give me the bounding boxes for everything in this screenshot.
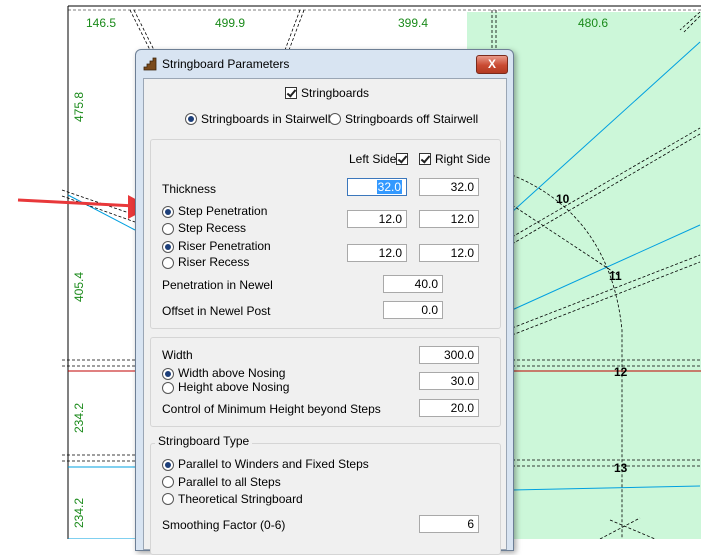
stringboards-checkbox[interactable] <box>285 87 297 99</box>
riser-penetration-radio[interactable] <box>162 241 174 253</box>
step-penetration-label: Step Penetration <box>178 204 268 218</box>
dialog-titlebar[interactable]: Stringboard Parameters X <box>136 50 513 77</box>
dimension-top-4: 480.6 <box>578 16 609 30</box>
width-label: Width <box>162 348 193 362</box>
dialog-client-area: Stringboards Stringboards in Stairwell S… <box>143 78 507 555</box>
dimension-left-4: 234.2 <box>72 497 86 528</box>
nosing-input[interactable]: 30.0 <box>419 372 479 390</box>
riser-right-input[interactable]: 12.0 <box>419 244 479 262</box>
smoothing-factor-input[interactable]: 6 <box>419 515 479 533</box>
riser-left-input[interactable]: 12.0 <box>347 244 407 262</box>
width-input[interactable]: 300.0 <box>419 346 479 364</box>
riser-recess-radio[interactable] <box>162 257 174 269</box>
left-side-checkbox[interactable] <box>396 153 408 165</box>
step-number-13: 13 <box>614 461 628 475</box>
penetration-newel-label: Penetration in Newel <box>162 278 273 292</box>
step-recess-radio[interactable] <box>162 223 174 235</box>
left-side-label: Left Side <box>349 152 397 166</box>
width-group: Width 300.0 Width above Nosing Height ab… <box>150 337 501 427</box>
right-side-label: Right Side <box>435 152 491 166</box>
offset-newel-label: Offset in Newel Post <box>162 304 271 318</box>
step-right-input[interactable]: 12.0 <box>419 210 479 228</box>
type-theoretical-label: Theoretical Stringboard <box>178 492 303 506</box>
thickness-right-input[interactable]: 32.0 <box>419 178 479 196</box>
step-recess-label: Step Recess <box>178 221 247 235</box>
control-min-height-input[interactable]: 20.0 <box>419 399 479 417</box>
step-left-input[interactable]: 12.0 <box>347 210 407 228</box>
off-stairwell-radio[interactable] <box>329 113 341 125</box>
dimension-top-3: 399.4 <box>398 16 429 30</box>
dimension-left-2: 405.4 <box>72 271 86 302</box>
smoothing-factor-label: Smoothing Factor (0-6) <box>162 518 286 532</box>
thickness-left-input[interactable]: 32.0 <box>347 178 407 196</box>
width-above-nosing-radio[interactable] <box>162 368 174 380</box>
in-stairwell-label: Stringboards in Stairwell <box>201 112 331 126</box>
step-number-11: 11 <box>609 269 622 283</box>
height-above-nosing-radio[interactable] <box>162 382 174 394</box>
dimension-left-3: 234.2 <box>72 402 86 433</box>
dialog-title: Stringboard Parameters <box>162 57 290 71</box>
stringboard-type-group: Parallel to Winders and Fixed Steps Para… <box>150 443 501 555</box>
type-parallel-all-label: Parallel to all Steps <box>178 475 281 489</box>
height-above-nosing-label: Height above Nosing <box>178 380 290 394</box>
step-number-10: 10 <box>556 192 570 206</box>
dimension-top-2: 499.9 <box>215 16 246 30</box>
step-number-12: 12 <box>614 365 628 379</box>
dimension-top-1: 146.5 <box>86 16 117 30</box>
thickness-label: Thickness <box>162 182 217 196</box>
riser-penetration-label: Riser Penetration <box>178 239 271 253</box>
type-theoretical-radio[interactable] <box>162 493 174 505</box>
penetration-newel-input[interactable]: 40.0 <box>383 275 443 293</box>
stringboard-parameters-dialog: Stringboard Parameters X Stringboards St… <box>135 49 514 555</box>
width-above-nosing-label: Width above Nosing <box>178 366 286 380</box>
stringer-line <box>67 194 136 231</box>
right-side-checkbox[interactable] <box>419 153 431 165</box>
step-penetration-radio[interactable] <box>162 206 174 218</box>
penetration-group: Left Side Right Side Thickness 32.0 32.0… <box>150 139 501 329</box>
in-stairwell-radio[interactable] <box>185 113 197 125</box>
type-parallel-all-radio[interactable] <box>162 476 174 488</box>
type-parallel-winders-label: Parallel to Winders and Fixed Steps <box>178 457 369 471</box>
close-button[interactable]: X <box>476 55 508 74</box>
riser-recess-label: Riser Recess <box>178 255 250 269</box>
stairs-app-icon <box>143 57 157 71</box>
dimension-left-1: 475.8 <box>72 91 86 122</box>
stringboards-label: Stringboards <box>301 86 370 100</box>
off-stairwell-label: Stringboards off Stairwell <box>345 112 479 126</box>
stringboard-type-legend: Stringboard Type <box>155 434 253 448</box>
offset-newel-input[interactable]: 0.0 <box>383 301 443 319</box>
control-min-height-label: Control of Minimum Height beyond Steps <box>162 402 381 416</box>
type-parallel-winders-radio[interactable] <box>162 459 174 471</box>
